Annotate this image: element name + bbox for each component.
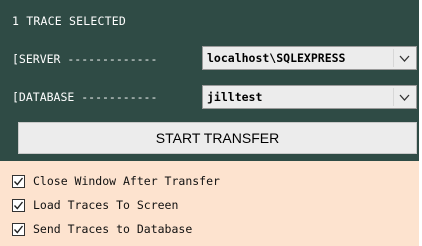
- dropdown-divider: [393, 49, 394, 67]
- close-window-label: Close Window After Transfer: [33, 174, 220, 188]
- load-traces-label: Load Traces To Screen: [33, 198, 179, 212]
- dropdown-divider: [393, 88, 394, 106]
- checkmark-icon: [13, 177, 24, 186]
- checkmark-icon: [13, 201, 24, 210]
- options-panel: Close Window After Transfer Load Traces …: [0, 161, 419, 246]
- server-label: [SERVER -------------: [12, 52, 158, 66]
- option-close-window[interactable]: Close Window After Transfer: [12, 174, 220, 188]
- connection-panel: 1 TRACE SELECTED [SERVER ------------- l…: [0, 0, 419, 161]
- close-window-checkbox[interactable]: [12, 174, 25, 188]
- database-dropdown[interactable]: jilltest: [202, 85, 417, 109]
- checkmark-icon: [13, 225, 24, 234]
- load-traces-checkbox[interactable]: [12, 198, 25, 212]
- start-transfer-button[interactable]: START TRANSFER: [18, 122, 417, 154]
- selection-status: 1 TRACE SELECTED: [12, 14, 126, 28]
- database-label: [DATABASE -----------: [12, 90, 158, 104]
- chevron-down-icon[interactable]: [399, 93, 410, 102]
- send-traces-checkbox[interactable]: [12, 222, 25, 236]
- server-value: localhost\SQLEXPRESS: [207, 51, 346, 65]
- database-value: jilltest: [207, 90, 263, 104]
- chevron-down-icon[interactable]: [399, 54, 410, 63]
- option-load-traces[interactable]: Load Traces To Screen: [12, 198, 178, 212]
- server-dropdown[interactable]: localhost\SQLEXPRESS: [202, 46, 417, 70]
- option-send-traces[interactable]: Send Traces to Database: [12, 222, 192, 236]
- send-traces-label: Send Traces to Database: [33, 222, 193, 236]
- trace-transfer-window: 1 TRACE SELECTED [SERVER ------------- l…: [0, 0, 422, 246]
